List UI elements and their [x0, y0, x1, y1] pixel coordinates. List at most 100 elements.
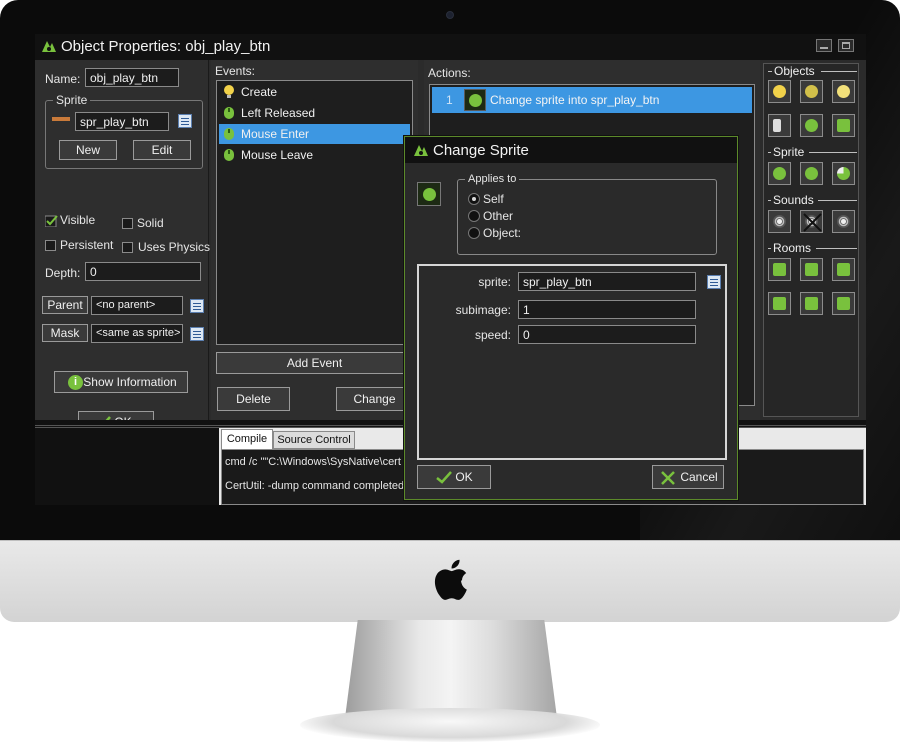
check-icon — [44, 215, 58, 228]
check-next-room-tool[interactable] — [832, 292, 855, 315]
show-information-button[interactable]: i Show Information — [54, 371, 188, 393]
depth-label: Depth: — [45, 266, 81, 280]
tab-source-control[interactable]: Source Control — [273, 431, 355, 449]
depth-input[interactable]: 0 — [85, 262, 201, 281]
different-room-tool[interactable] — [768, 292, 791, 315]
mouse-icon — [224, 107, 234, 119]
next-room-tool[interactable] — [800, 258, 823, 281]
create-random-instance-tool[interactable] — [832, 80, 855, 103]
event-label: Mouse Enter — [241, 127, 310, 141]
visible-label: Visible — [60, 213, 96, 227]
gamemaker-logo-icon — [42, 41, 56, 52]
object-label: Object: — [483, 226, 522, 240]
dialog-titlebar: Change Sprite — [405, 137, 737, 163]
action-index: 1 — [446, 93, 453, 107]
dialog-ok-button[interactable]: OK — [417, 465, 491, 489]
event-mouse-leave[interactable]: Mouse Leave — [219, 145, 410, 165]
stop-sound-tool[interactable] — [800, 210, 823, 233]
name-input[interactable]: obj_play_btn — [85, 68, 179, 87]
objects-section-label: Objects — [772, 64, 817, 78]
camera-icon — [446, 11, 454, 19]
action-item[interactable]: 1 Change sprite into spr_play_btn — [432, 87, 752, 113]
event-left-released[interactable]: Left Released — [219, 103, 410, 123]
parent-button[interactable]: Parent — [42, 296, 88, 314]
subimage-input[interactable]: 1 — [518, 300, 696, 319]
parent-menu-icon[interactable] — [190, 299, 204, 313]
sprite-group-label: Sprite — [53, 93, 91, 107]
action-toolbox: Objects Sprite Sounds Rooms — [763, 63, 859, 417]
tab-compile[interactable]: Compile — [221, 429, 273, 449]
output-line: cmd /c ""C:\Windows\SysNative\cert — [225, 456, 401, 468]
self-radio[interactable] — [468, 193, 480, 205]
other-label: Other — [483, 209, 514, 223]
change-instance-tool[interactable] — [768, 114, 791, 137]
sprite-input[interactable]: spr_play_btn — [75, 112, 169, 131]
section-divider — [821, 71, 857, 72]
event-create[interactable]: Create — [219, 82, 410, 102]
window-title: Object Properties: obj_play_btn — [61, 38, 271, 55]
object-radio[interactable] — [468, 227, 480, 239]
uses-physics-checkbox[interactable] — [122, 242, 133, 253]
sounds-section-label: Sounds — [771, 193, 816, 207]
play-sound-tool[interactable] — [768, 210, 791, 233]
delete-event-button[interactable]: Delete — [217, 387, 290, 411]
restart-room-tool[interactable] — [832, 258, 855, 281]
event-mouse-enter[interactable]: Mouse Enter — [219, 124, 410, 144]
create-instance-tool[interactable] — [768, 80, 791, 103]
event-label: Create — [241, 85, 278, 99]
sprite-arg-input[interactable]: spr_play_btn — [518, 272, 696, 291]
cancel-icon — [661, 471, 675, 485]
section-divider — [816, 248, 857, 249]
sprite-section-label: Sprite — [771, 145, 807, 159]
rooms-section-label: Rooms — [771, 241, 814, 255]
arguments-group: sprite: spr_play_btn subimage: 1 speed: … — [417, 264, 727, 460]
mouse-icon — [224, 128, 234, 140]
persistent-checkbox[interactable] — [45, 240, 56, 251]
events-list[interactable]: Create Left Released Mouse Enter Mouse L… — [216, 80, 413, 345]
mask-input[interactable]: <same as sprite> — [91, 324, 183, 343]
change-sprite-tool[interactable] — [768, 162, 791, 185]
change-sprite-icon — [464, 89, 486, 111]
previous-room-tool[interactable] — [768, 258, 791, 281]
change-event-button[interactable]: Change — [336, 387, 413, 411]
change-sprite-icon — [417, 182, 441, 206]
mask-menu-icon[interactable] — [190, 327, 204, 341]
lightbulb-icon — [224, 85, 234, 98]
edit-sprite-button[interactable]: Edit — [133, 140, 191, 160]
maximize-button[interactable] — [838, 39, 854, 52]
parent-input[interactable]: <no parent> — [91, 296, 183, 315]
solid-label: Solid — [137, 216, 164, 230]
events-label: Events: — [215, 64, 256, 78]
applies-to-label: Applies to — [465, 173, 520, 185]
sprite-menu-icon[interactable] — [178, 114, 192, 128]
create-moving-instance-tool[interactable] — [800, 80, 823, 103]
sprite-arg-menu-icon[interactable] — [707, 275, 721, 289]
actions-label: Actions: — [428, 66, 471, 80]
event-label: Left Released — [241, 106, 316, 120]
minimize-icon — [820, 47, 828, 49]
other-radio[interactable] — [468, 210, 480, 222]
speed-input[interactable]: 0 — [518, 325, 696, 344]
add-event-button[interactable]: Add Event — [216, 352, 413, 374]
action-label: Change sprite into spr_play_btn — [490, 93, 660, 107]
color-sprite-tool[interactable] — [832, 162, 855, 185]
solid-checkbox[interactable] — [122, 218, 133, 229]
destroy-instance-tool[interactable] — [800, 114, 823, 137]
name-label: Name: — [45, 72, 81, 86]
uses-physics-label: Uses Physics — [138, 240, 211, 254]
section-divider — [818, 200, 857, 201]
new-sprite-button[interactable]: New — [59, 140, 117, 160]
apple-logo-icon — [434, 559, 467, 600]
transform-sprite-tool[interactable] — [800, 162, 823, 185]
check-sound-tool[interactable] — [832, 210, 855, 233]
persistent-label: Persistent — [60, 238, 114, 252]
visible-checkbox[interactable] — [44, 215, 58, 228]
mask-button[interactable]: Mask — [42, 324, 88, 342]
dialog-cancel-button[interactable]: Cancel — [652, 465, 724, 489]
check-previous-room-tool[interactable] — [800, 292, 823, 315]
minimize-button[interactable] — [816, 39, 832, 52]
properties-panel: Name: obj_play_btn Sprite spr_play_btn N… — [35, 60, 211, 433]
speed-label: speed: — [474, 328, 511, 342]
destroy-at-position-tool[interactable] — [832, 114, 855, 137]
dialog-ok-label: OK — [455, 470, 473, 484]
